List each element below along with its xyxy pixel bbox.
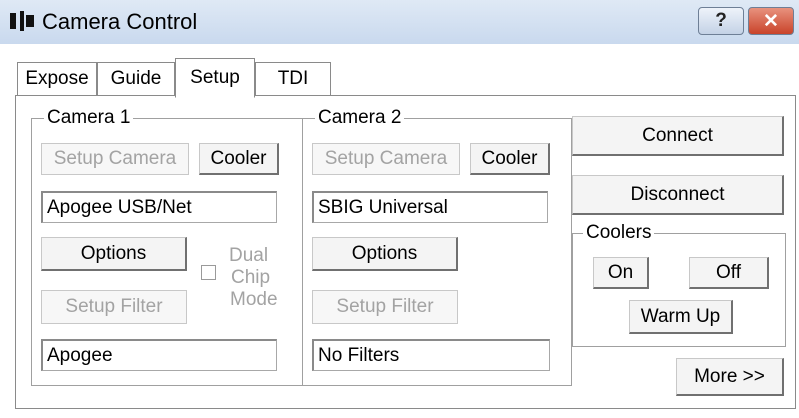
camera1-filter-field[interactable]: Apogee (41, 339, 277, 371)
connect-button[interactable]: Connect (572, 116, 784, 156)
field-value: No Filters (318, 344, 400, 366)
field-value: SBIG Universal (318, 196, 448, 218)
camera2-model-field[interactable]: SBIG Universal (312, 191, 548, 223)
tab-label: Setup (190, 67, 240, 88)
camera2-setup-camera-button[interactable]: Setup Camera (312, 143, 460, 175)
camera1-group: Camera 1 Setup Camera Cooler Apogee USB/… (31, 107, 303, 386)
dual-chip-label-line2: Chip (231, 267, 271, 288)
button-label: Options (80, 242, 147, 264)
button-label: Connect (642, 124, 713, 146)
camera1-group-label: Camera 1 (44, 107, 134, 129)
help-button[interactable]: ? (698, 7, 744, 35)
button-label: Setup Filter (336, 296, 434, 317)
button-label: Setup Camera (53, 148, 177, 169)
button-label: Disconnect (630, 183, 725, 205)
field-value: Apogee USB/Net (47, 196, 192, 218)
camera1-setup-filter-button[interactable]: Setup Filter (41, 290, 187, 324)
field-value: Apogee (47, 344, 113, 366)
button-label: Off (716, 261, 741, 283)
title-bar: Camera Control ? ✕ (0, 0, 799, 45)
help-icon: ? (715, 10, 727, 31)
disconnect-button[interactable]: Disconnect (572, 175, 784, 215)
button-label: Cooler (210, 147, 267, 169)
more-button[interactable]: More >> (676, 358, 784, 396)
tab-setup[interactable]: Setup (175, 58, 255, 98)
camera2-cooler-button[interactable]: Cooler (470, 143, 550, 175)
dual-chip-mode-checkbox[interactable] (201, 265, 216, 280)
button-label: Cooler (481, 147, 538, 169)
camera2-group-label: Camera 2 (315, 107, 405, 129)
tab-tdi[interactable]: TDI (255, 62, 331, 95)
tab-label: TDI (277, 68, 309, 89)
tab-label: Expose (25, 68, 89, 89)
camera2-filter-field[interactable]: No Filters (312, 339, 550, 371)
close-button[interactable]: ✕ (748, 7, 794, 35)
camera1-cooler-button[interactable]: Cooler (199, 143, 279, 175)
warm-up-button[interactable]: Warm Up (629, 300, 733, 334)
window-title: Camera Control (42, 9, 198, 34)
camera1-setup-camera-button[interactable]: Setup Camera (41, 143, 189, 175)
camera1-options-button[interactable]: Options (41, 237, 187, 271)
camera2-group: Camera 2 Setup Camera Cooler SBIG Univer… (302, 107, 572, 386)
coolers-group: Coolers On Off Warm Up (572, 222, 786, 347)
button-label: Setup Filter (65, 296, 163, 317)
tab-label: Guide (110, 68, 162, 89)
dual-chip-label-line1: Dual (229, 245, 269, 266)
app-icon (10, 11, 34, 31)
coolers-on-button[interactable]: On (593, 257, 649, 289)
tab-expose[interactable]: Expose (17, 62, 97, 95)
button-label: Setup Camera (324, 148, 448, 169)
camera2-setup-filter-button[interactable]: Setup Filter (312, 290, 458, 324)
button-label: More >> (694, 365, 765, 387)
close-icon: ✕ (763, 10, 779, 32)
dual-chip-label-line3: Mode (230, 289, 278, 310)
camera2-options-button[interactable]: Options (312, 237, 458, 271)
button-label: Options (351, 242, 418, 264)
setup-panel: Camera 1 Setup Camera Cooler Apogee USB/… (15, 95, 796, 409)
camera1-model-field[interactable]: Apogee USB/Net (41, 191, 277, 223)
tab-guide[interactable]: Guide (97, 62, 175, 95)
button-label: On (607, 261, 634, 283)
coolers-group-label: Coolers (583, 222, 655, 244)
button-label: Warm Up (640, 305, 721, 327)
coolers-off-button[interactable]: Off (689, 257, 769, 289)
